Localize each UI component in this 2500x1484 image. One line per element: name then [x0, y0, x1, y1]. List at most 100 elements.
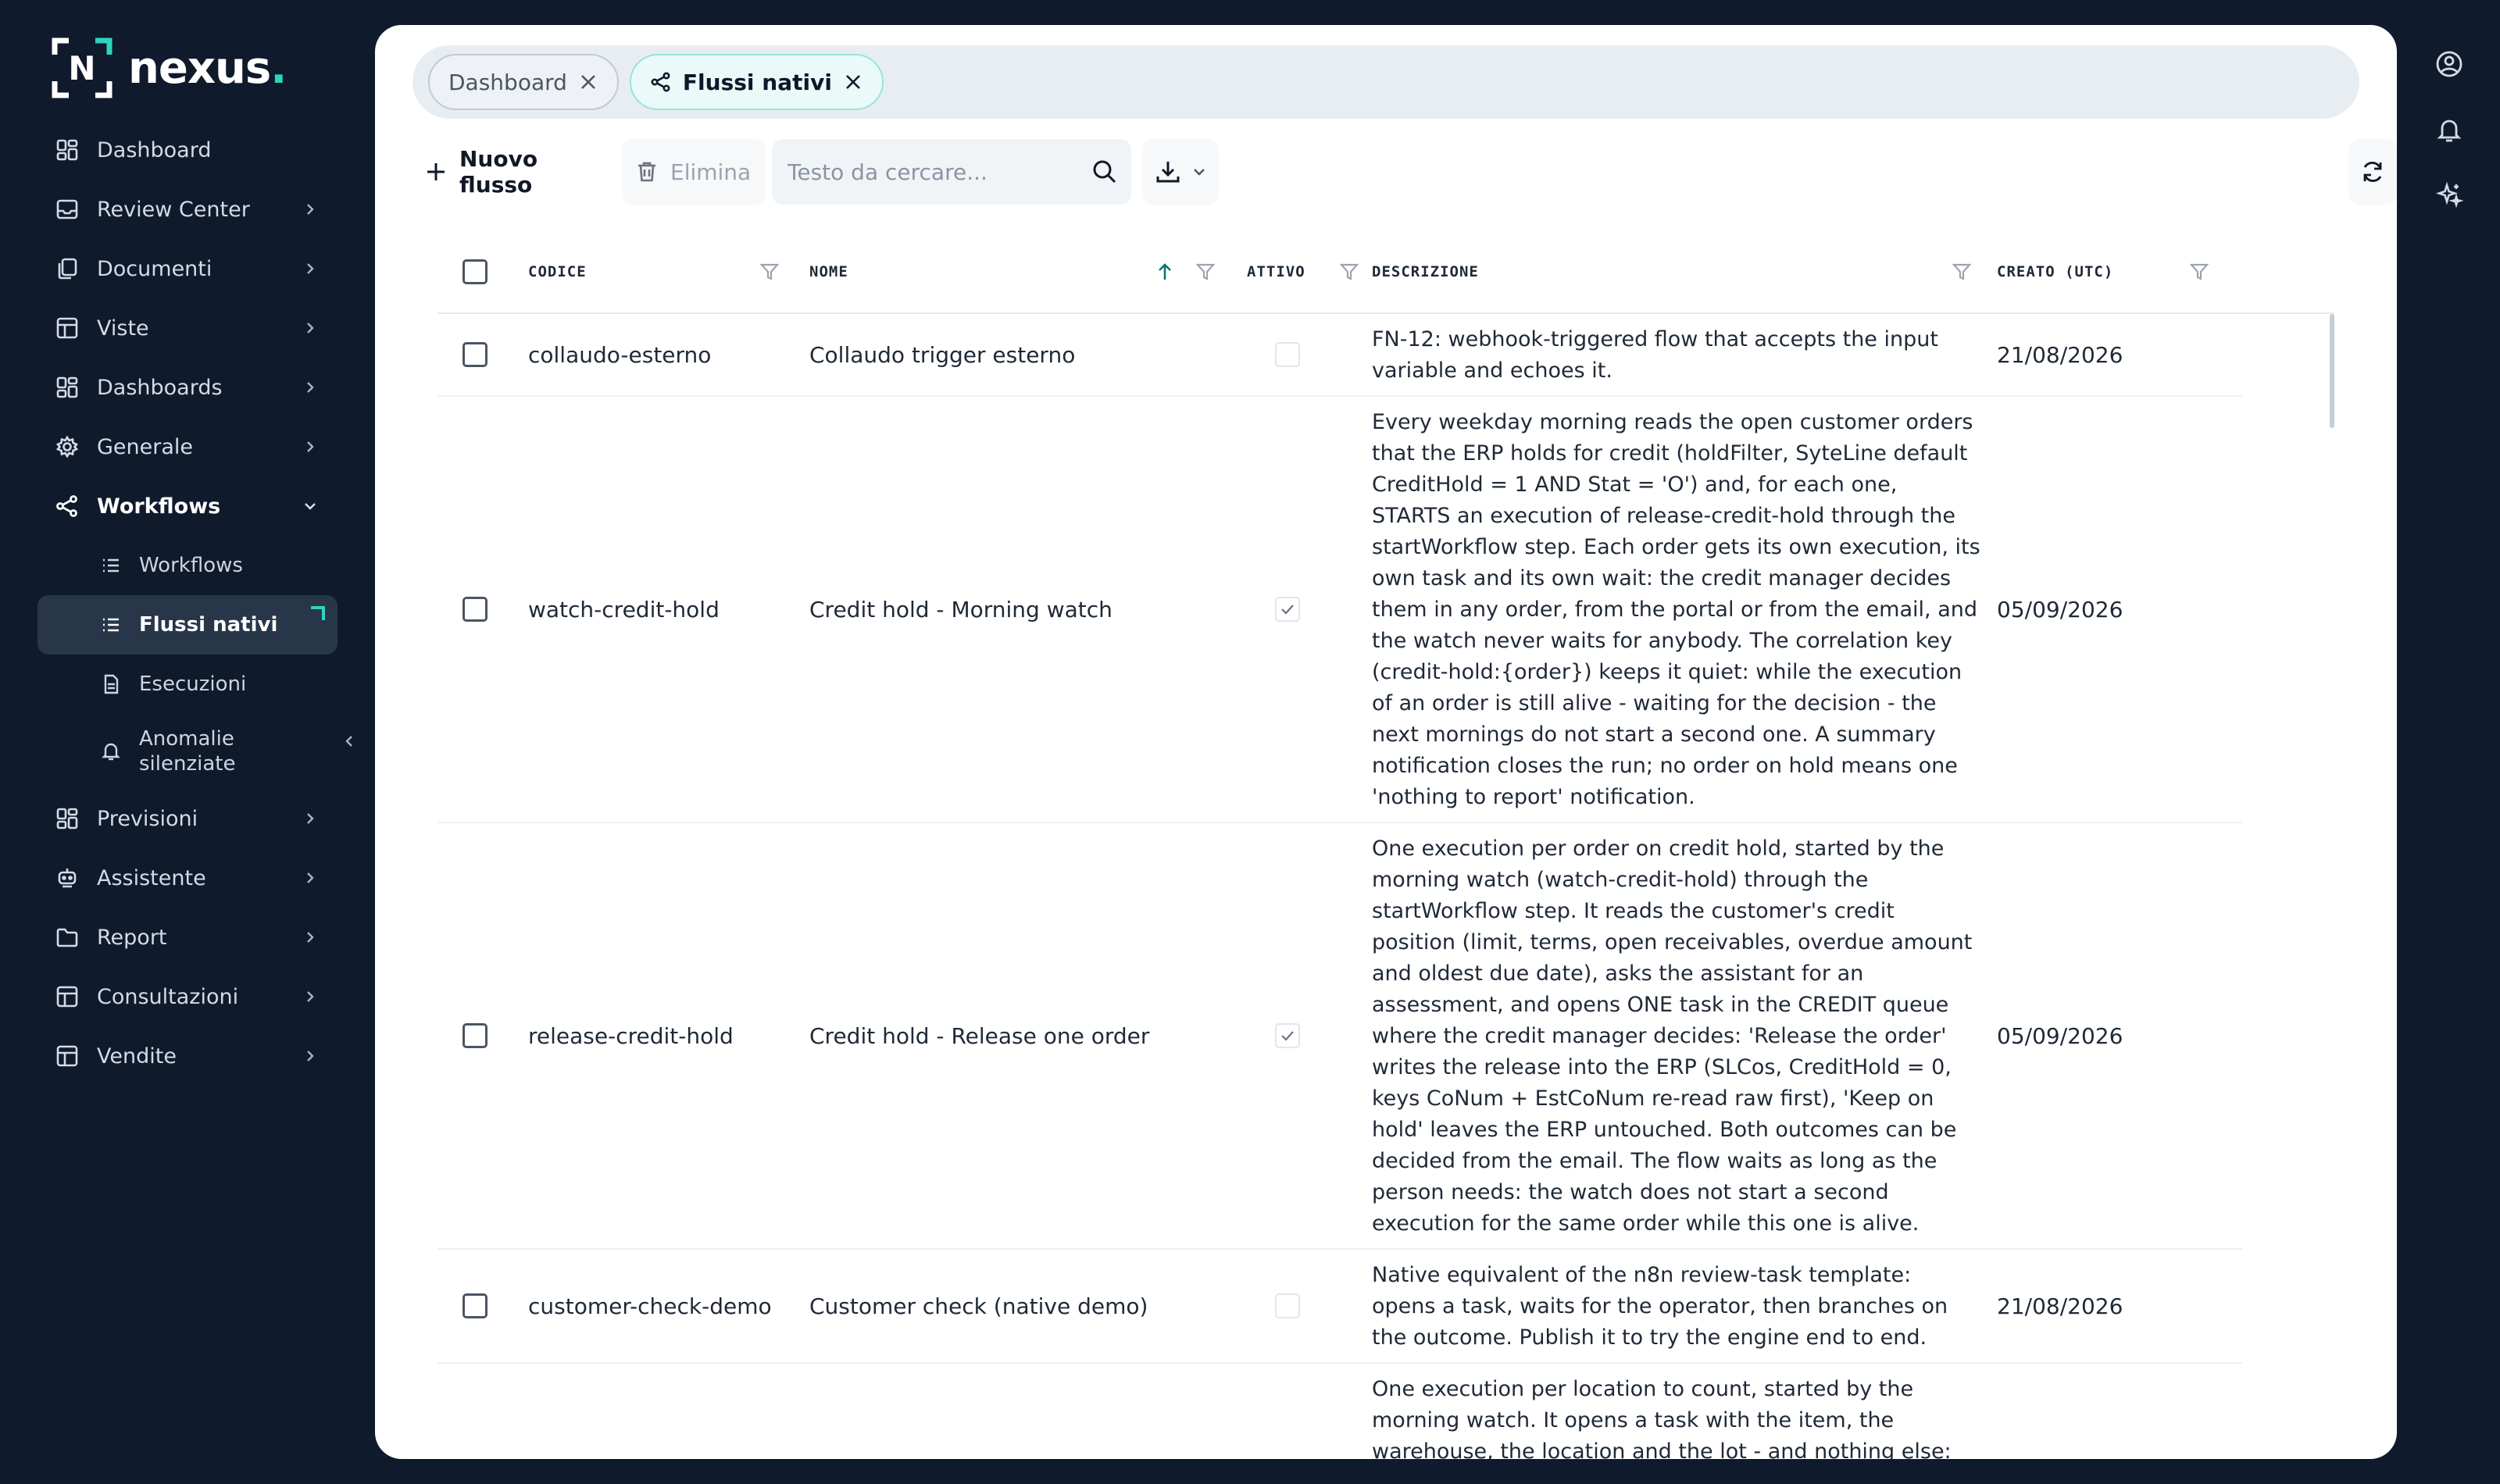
tab-label: Dashboard — [448, 69, 567, 95]
sidebar-item-label: Review Center — [97, 197, 250, 222]
sidebar-item-documenti[interactable]: Documenti — [38, 239, 338, 298]
chevron-right-icon — [302, 379, 319, 396]
sidebar-subitem-workflows[interactable]: Workflows — [38, 536, 338, 595]
tab-label: Flussi nativi — [682, 69, 832, 95]
sidebar-item-dashboards[interactable]: Dashboards — [38, 358, 338, 417]
tab-dashboard[interactable]: Dashboard — [428, 54, 619, 110]
brand-dot: . — [270, 42, 287, 94]
robot-icon — [55, 865, 80, 890]
list-icon — [100, 555, 122, 576]
filter-funnel-icon[interactable] — [1339, 262, 1359, 282]
export-dropdown-button[interactable] — [1142, 139, 1219, 205]
refresh-button[interactable] — [2348, 139, 2397, 205]
sidebar-subitem-label: Workflows — [139, 554, 243, 577]
cell-code: watch-credit-hold — [528, 596, 720, 622]
sidebar-item-vendite[interactable]: Vendite — [38, 1026, 338, 1086]
chevron-right-icon — [302, 869, 319, 886]
sidebar-subitem-anomalie-silenziate[interactable]: Anomalie silenziate — [38, 714, 338, 789]
cell-description: FN-12: webhook-triggered flow that accep… — [1372, 327, 1938, 383]
table-row[interactable]: customer-check-demo Customer check (nati… — [438, 1250, 2242, 1364]
table-icon — [55, 984, 80, 1009]
filter-funnel-icon[interactable] — [1952, 262, 1972, 282]
row-checkbox[interactable] — [462, 597, 488, 622]
cell-description: Every weekday morning reads the open cus… — [1372, 410, 1980, 809]
column-header-description[interactable]: DESCRIZIONE — [1372, 230, 1997, 314]
table-header: CODICE NOME ATTIVO DESCRIZIONE CREATO (U… — [438, 230, 2334, 314]
sidebar-nav: Dashboard Review Center Documenti Viste … — [38, 120, 338, 1086]
brand-logo[interactable]: N nexus. — [52, 37, 287, 98]
active-checkbox — [1275, 1293, 1300, 1318]
sidebar-collapse-icon[interactable] — [341, 733, 358, 750]
chevron-right-icon — [302, 929, 319, 946]
table-row[interactable]: watch-credit-hold Credit hold - Morning … — [438, 397, 2242, 823]
sidebar-item-workflows[interactable]: Workflows — [38, 476, 338, 536]
cell-description: One execution per order on credit hold, … — [1372, 837, 1973, 1236]
column-header-name[interactable]: NOME — [809, 230, 1247, 314]
tab-flussi-nativi[interactable]: Flussi nativi — [629, 54, 884, 110]
sidebar-item-viste[interactable]: Viste — [38, 298, 338, 358]
user-account-icon[interactable] — [2422, 31, 2477, 97]
search-box — [772, 139, 1131, 205]
right-rail — [2422, 31, 2477, 228]
select-all-cell — [462, 230, 488, 314]
chevron-right-icon — [302, 201, 319, 218]
sidebar-item-label: Dashboard — [97, 137, 212, 162]
delete-button[interactable]: Elimina — [622, 139, 766, 205]
close-icon[interactable] — [843, 72, 863, 92]
inbox-icon — [55, 197, 80, 222]
table-row[interactable]: One execution per location to count, sta… — [438, 1364, 2242, 1459]
delete-label: Elimina — [670, 159, 752, 185]
copy-icon — [55, 256, 80, 281]
column-header-created[interactable]: CREATO (UTC) — [1997, 230, 2231, 314]
row-checkbox[interactable] — [462, 342, 488, 367]
sidebar-subitem-label: Flussi nativi — [139, 613, 278, 637]
sidebar-item-generale[interactable]: Generale — [38, 417, 338, 476]
close-icon[interactable] — [578, 72, 598, 92]
brand-name: nexus — [128, 42, 271, 94]
chevron-right-icon — [302, 438, 319, 455]
column-header-active[interactable]: ATTIVO — [1247, 230, 1372, 314]
row-checkbox[interactable] — [462, 1023, 488, 1048]
ai-sparkle-icon[interactable] — [2422, 162, 2477, 228]
notifications-bell-icon[interactable] — [2422, 97, 2477, 162]
row-checkbox[interactable] — [462, 1293, 488, 1318]
search-icon[interactable] — [1091, 158, 1119, 186]
chevron-down-icon — [1191, 164, 1207, 180]
sidebar-item-label: Viste — [97, 316, 149, 341]
filter-funnel-icon[interactable] — [1195, 262, 1216, 282]
share-nodes-icon — [55, 494, 80, 519]
sidebar-subitem-flussi-nativi[interactable]: Flussi nativi — [38, 595, 338, 655]
sort-ascending-icon[interactable] — [1155, 262, 1175, 282]
sidebar-item-consultazioni[interactable]: Consultazioni — [38, 967, 338, 1026]
table-scrollbar[interactable] — [2330, 314, 2334, 428]
check-icon — [1281, 605, 1294, 615]
table-row[interactable]: release-credit-hold Credit hold - Releas… — [438, 823, 2242, 1250]
column-header-code[interactable]: CODICE — [528, 230, 809, 314]
column-label: CREATO (UTC) — [1997, 263, 2114, 280]
sidebar-subitem-esecuzioni[interactable]: Esecuzioni — [38, 655, 338, 714]
sidebar-item-assistente[interactable]: Assistente — [38, 848, 338, 908]
sidebar: N nexus. Dashboard Review Center Documen… — [0, 0, 367, 1484]
gear-icon — [55, 434, 80, 459]
active-checkbox — [1275, 1023, 1300, 1048]
column-label: NOME — [809, 263, 848, 280]
table-row[interactable]: collaudo-esterno Collaudo trigger estern… — [438, 314, 2242, 397]
new-flow-label: Nuovo flusso — [459, 146, 538, 198]
sidebar-item-label: Generale — [97, 434, 194, 459]
filter-funnel-icon[interactable] — [759, 262, 780, 282]
sidebar-item-report[interactable]: Report — [38, 908, 338, 967]
sidebar-item-label: Previsioni — [97, 806, 198, 831]
main-panel: Dashboard Flussi nativi Nuovo flusso Eli… — [375, 25, 2397, 1459]
new-flow-button[interactable]: Nuovo flusso — [411, 139, 616, 205]
sidebar-item-label: Dashboards — [97, 375, 223, 400]
sidebar-item-previsioni[interactable]: Previsioni — [38, 789, 338, 848]
filter-funnel-icon[interactable] — [2189, 262, 2209, 282]
cell-created: 21/08/2026 — [1997, 341, 2123, 368]
select-all-checkbox[interactable] — [462, 259, 488, 284]
tab-bar: Dashboard Flussi nativi — [412, 45, 2359, 119]
sidebar-item-dashboard[interactable]: Dashboard — [38, 120, 338, 180]
sidebar-item-label: Report — [97, 925, 167, 950]
table-icon — [55, 1043, 80, 1068]
search-input[interactable] — [788, 159, 1091, 185]
sidebar-item-review-center[interactable]: Review Center — [38, 180, 338, 239]
